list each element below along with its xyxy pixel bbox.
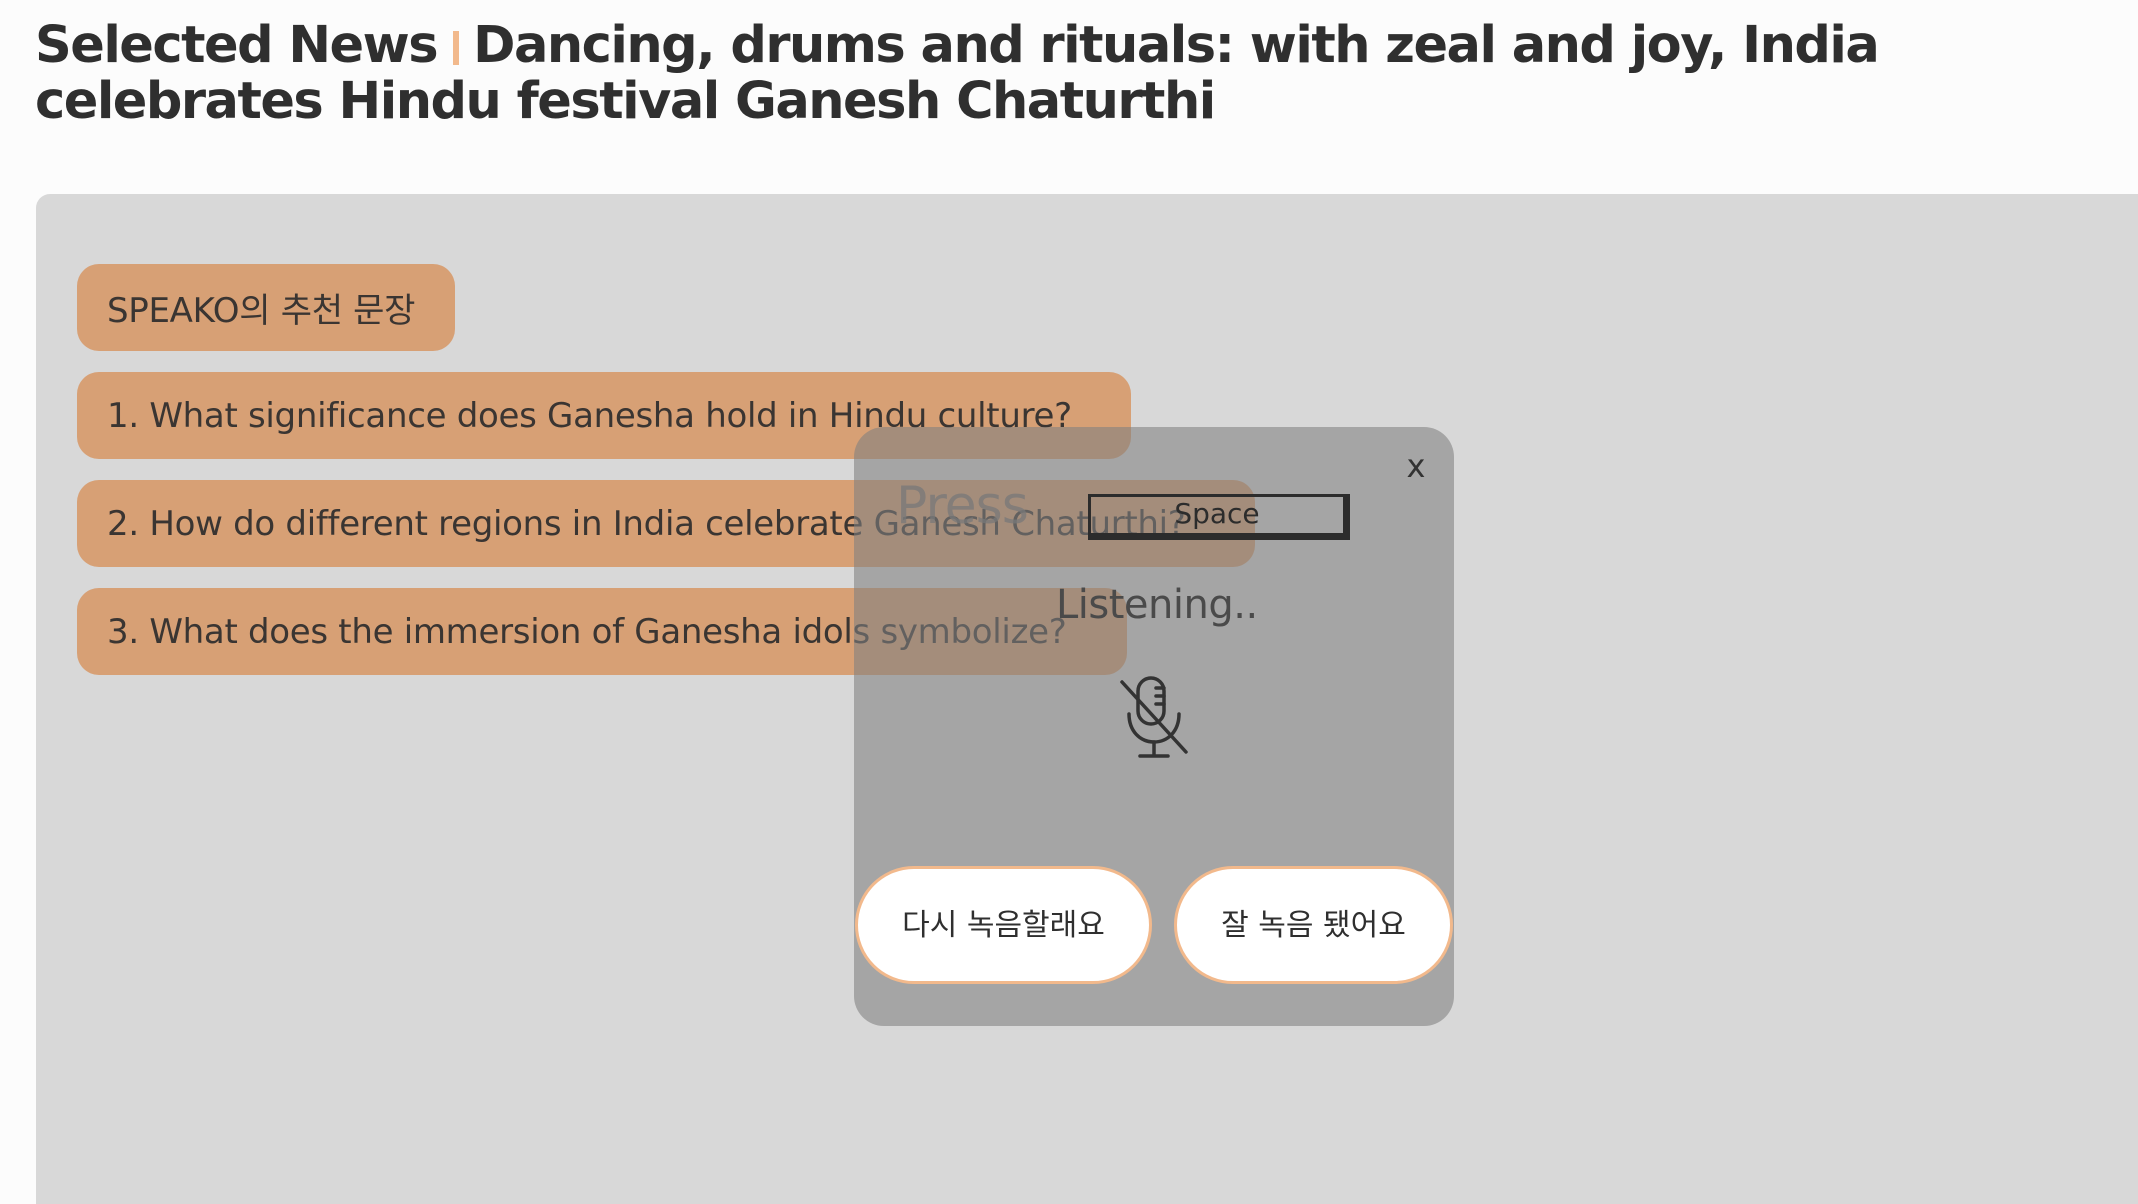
mic-off-icon[interactable]: [1116, 674, 1192, 760]
press-hint: Press: [896, 476, 1029, 536]
listening-status: Listening..: [1056, 582, 1258, 628]
space-key-hint: Space: [1088, 494, 1350, 540]
page-title: Selected News Dancing, drums and rituals:…: [35, 18, 2115, 130]
title-separator: [453, 31, 460, 65]
recommendations-title: SPEAKO의 추천 문장: [77, 264, 455, 351]
section-label: Selected News: [35, 16, 439, 75]
recording-done-button[interactable]: 잘 녹음 됐어요: [1174, 866, 1453, 984]
news-detail-page: Selected News Dancing, drums and rituals:…: [0, 0, 2138, 1204]
retry-recording-button[interactable]: 다시 녹음할래요: [855, 866, 1152, 984]
close-button[interactable]: x: [1401, 448, 1431, 484]
